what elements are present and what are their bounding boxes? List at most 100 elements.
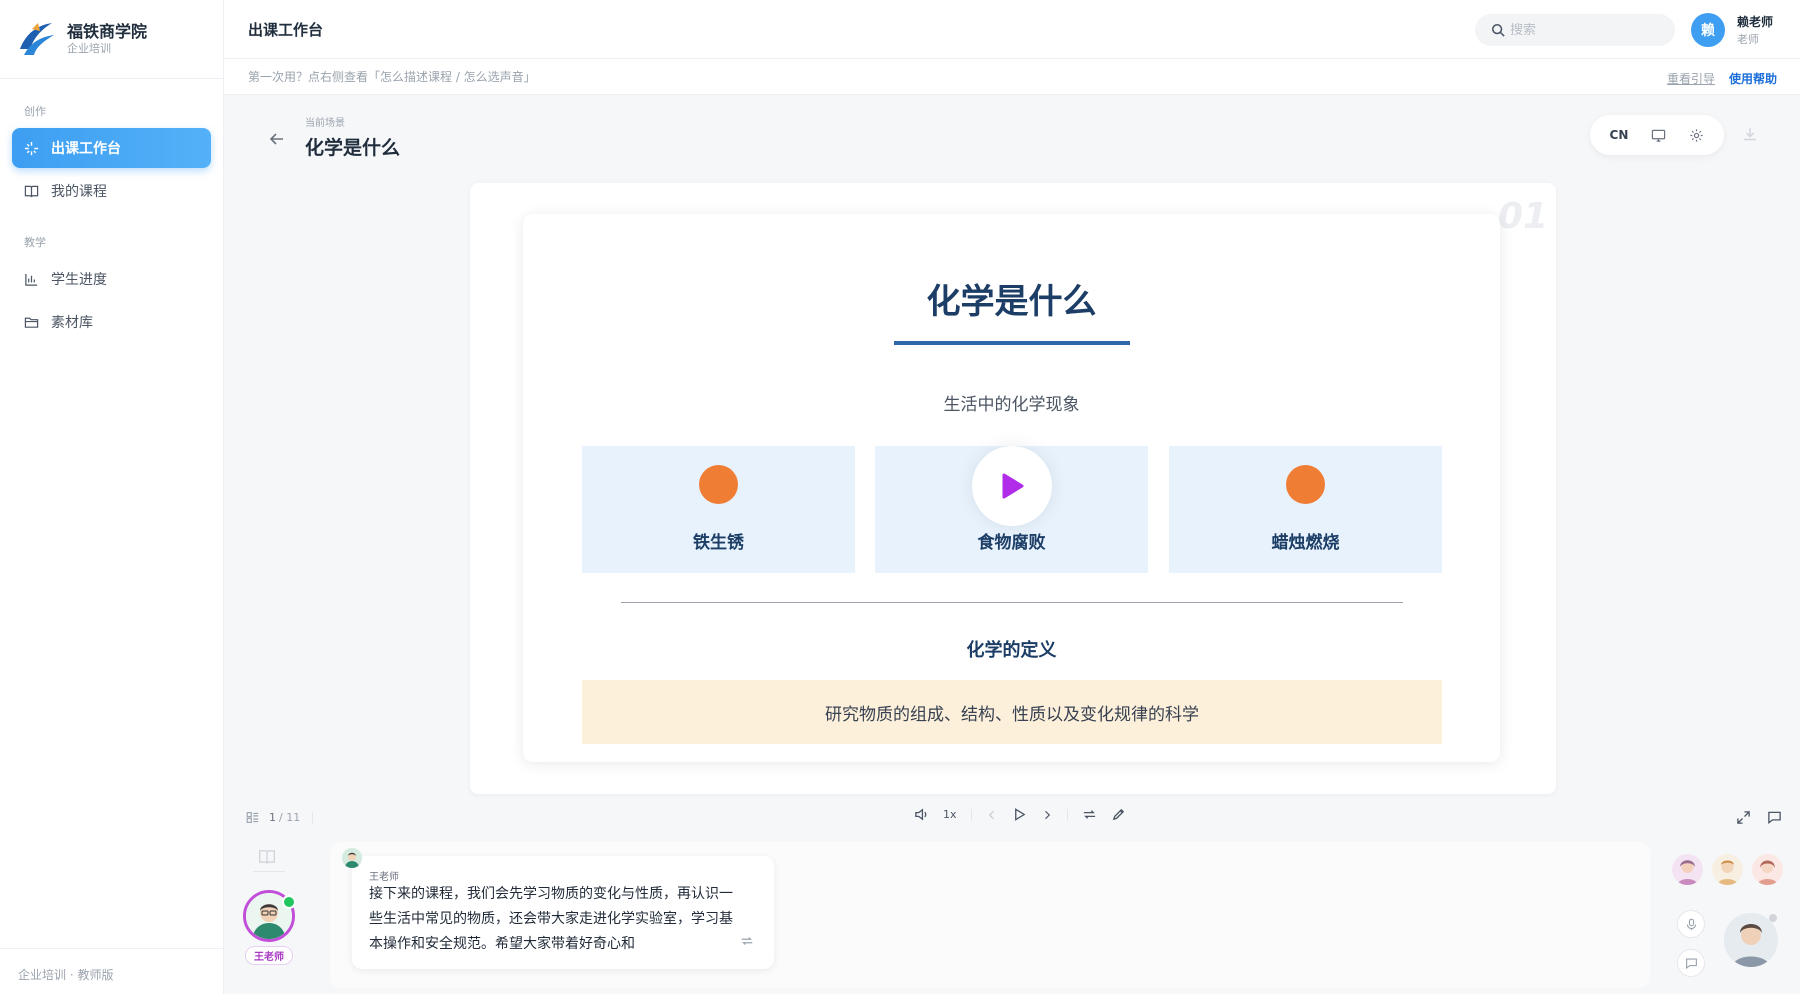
student-portrait-icon <box>1752 854 1783 885</box>
replay-icon[interactable] <box>740 934 754 948</box>
message-button[interactable] <box>1677 949 1705 977</box>
microphone-icon <box>1686 918 1696 930</box>
sidebar-item-label: 出课工作台 <box>51 141 121 157</box>
main-area: 出课工作台 赖 赖老师 老师 第一次用？点右侧查看「怎么描述课程 / 怎么选声音… <box>224 0 1800 994</box>
sidebar-item-workbench[interactable]: 出课工作台 <box>12 128 211 168</box>
brand-subtitle: 企业培训 <box>67 42 111 55</box>
scene-label: 当前场景 <box>305 118 345 129</box>
slide-number: 01 <box>1498 196 1549 237</box>
message-sender: 王老师 <box>369 872 399 883</box>
chat-bubble-icon <box>1685 957 1697 969</box>
search-icon <box>1491 23 1505 37</box>
sparkle-icon <box>24 141 39 155</box>
book-icon[interactable] <box>257 848 277 866</box>
user-name: 赖老师 <box>1737 15 1774 29</box>
brand[interactable]: 福铁商学院 企业培训 <box>0 0 223 79</box>
divider <box>253 871 285 872</box>
slide-title: 化学是什么 <box>926 282 1097 322</box>
title-underline <box>894 341 1130 345</box>
search-input[interactable] <box>1510 22 1660 38</box>
sidebar-item-my-courses[interactable]: 我的课程 <box>12 171 211 211</box>
page-title: 出课工作台 <box>248 20 324 39</box>
logo-icon <box>20 23 54 55</box>
player-controls: 1 / 11 1x <box>224 802 1800 836</box>
student-portrait-icon <box>1712 854 1743 885</box>
card-label: 食物腐败 <box>977 533 1046 553</box>
teacher-portrait-icon <box>342 848 362 868</box>
playback-controls: 1x <box>914 807 1126 822</box>
sidebar-item-label: 学生进度 <box>51 272 107 288</box>
total-pages: / 11 <box>279 811 301 824</box>
message-avatar <box>342 848 362 868</box>
phenomenon-card[interactable]: 食物腐败 <box>875 446 1148 573</box>
play-button[interactable] <box>972 446 1052 526</box>
definition-box: 研究物质的组成、结构、性质以及变化规律的科学 <box>582 680 1442 744</box>
phenomenon-card[interactable]: 铁生锈 <box>582 446 855 573</box>
microphone-button[interactable] <box>1677 910 1705 938</box>
avatar[interactable]: 赖 <box>1691 13 1725 47</box>
top-bar: 出课工作台 赖 赖老师 老师 <box>224 0 1800 59</box>
sidebar: 福铁商学院 企业培训 创作 出课工作台 我的课程 教学 学生进度 素材库 企业培… <box>0 0 224 994</box>
language-toggle[interactable]: CN <box>1610 128 1629 142</box>
definition-title: 化学的定义 <box>966 640 1057 661</box>
card-label: 蜡烛燃烧 <box>1271 533 1340 553</box>
chevron-right-icon[interactable] <box>1041 809 1053 821</box>
chat-bubble-icon[interactable] <box>1767 810 1782 825</box>
outline-icon[interactable] <box>246 811 259 824</box>
sidebar-item-label: 素材库 <box>51 315 93 331</box>
monitor-icon[interactable] <box>1651 128 1666 143</box>
dialogue-panel: 王老师 王老师 接下来的课程，我们会先学习物质的变化与性质，再认识一些生活中常见… <box>224 836 1800 994</box>
expand-icon[interactable] <box>1736 810 1751 825</box>
bar-chart-icon <box>25 273 38 286</box>
loop-icon[interactable] <box>1082 807 1097 822</box>
sidebar-item-label: 我的课程 <box>51 184 107 200</box>
sidebar-footer: 企业培训 · 教师版 <box>0 948 223 994</box>
help-link[interactable]: 使用帮助 <box>1729 70 1777 87</box>
participant-avatar[interactable] <box>1712 854 1743 885</box>
search-box[interactable] <box>1475 14 1675 46</box>
message-text: 接下来的课程，我们会先学习物质的变化与性质，再认识一些生活中常见的物质，还会带大… <box>369 886 733 952</box>
folder-icon <box>24 317 39 328</box>
slide-subtitle: 生活中的化学现象 <box>943 395 1080 415</box>
volume-icon[interactable] <box>914 807 929 822</box>
play-icon <box>1002 473 1024 499</box>
play-icon[interactable] <box>1012 807 1027 822</box>
online-status-dot <box>282 895 296 909</box>
chevron-left-icon[interactable] <box>986 809 998 821</box>
view-controls <box>1736 810 1782 825</box>
brand-title: 福铁商学院 <box>67 22 148 41</box>
scene-title: 化学是什么 <box>305 137 401 159</box>
slide-card: 化学是什么 生活中的化学现象 铁生锈 食物腐败 蜡烛燃烧 化学的定义 研究物质的… <box>523 214 1500 762</box>
pen-icon[interactable] <box>1111 807 1126 822</box>
page-indicator[interactable]: 1 / 11 <box>246 811 314 824</box>
book-icon <box>24 185 39 197</box>
sidebar-item-materials[interactable]: 素材库 <box>12 302 211 342</box>
orange-dot-icon <box>699 465 738 504</box>
phenomenon-card[interactable]: 蜡烛燃烧 <box>1169 446 1442 573</box>
student-portrait-icon <box>1672 854 1703 885</box>
view-tools: CN <box>1590 115 1724 155</box>
hint-bar: 第一次用？点右侧查看「怎么描述课程 / 怎么选声音」 重看引导 使用帮助 <box>224 59 1800 95</box>
separator <box>970 808 972 821</box>
replay-guide-link[interactable]: 重看引导 <box>1667 70 1715 87</box>
orange-dot-icon <box>1286 465 1325 504</box>
nav-section-create: 创作 <box>24 105 46 118</box>
participant-avatar[interactable] <box>1752 854 1783 885</box>
divider <box>621 602 1403 603</box>
hint-text: 第一次用？点右侧查看「怎么描述课程 / 怎么选声音」 <box>248 70 536 84</box>
back-button[interactable] <box>264 126 290 152</box>
sidebar-item-student-progress[interactable]: 学生进度 <box>12 259 211 299</box>
teacher-name-tag: 王老师 <box>245 946 293 965</box>
current-page: 1 <box>269 811 276 824</box>
speed-button[interactable]: 1x <box>943 808 957 821</box>
separator <box>1066 808 1068 821</box>
separator <box>312 811 314 824</box>
arrow-left-icon <box>269 133 283 145</box>
status-dot <box>1769 914 1777 922</box>
card-label: 铁生锈 <box>693 533 744 553</box>
gear-icon[interactable] <box>1689 128 1704 143</box>
participant-avatar[interactable] <box>1672 854 1703 885</box>
download-icon[interactable] <box>1742 126 1758 142</box>
user-role: 老师 <box>1737 33 1759 46</box>
nav-section-teach: 教学 <box>24 236 46 249</box>
